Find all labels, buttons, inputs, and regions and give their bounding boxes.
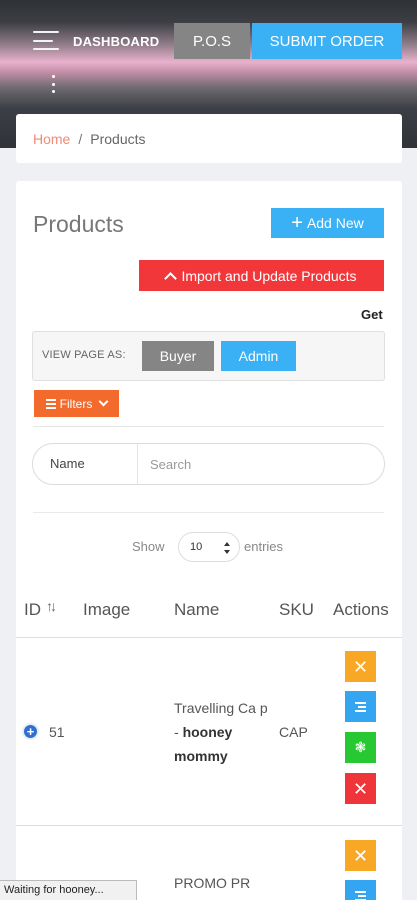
import-update-label: Import and Update Products (181, 267, 357, 284)
divider (33, 426, 384, 427)
leaf-icon: ❃ (354, 739, 367, 755)
filters-button[interactable]: Filters (34, 390, 119, 417)
row-divider (16, 825, 402, 826)
chevron-down-icon (98, 396, 109, 407)
breadcrumb-current: Products (90, 130, 146, 147)
expand-row-icon[interactable]: + (22, 723, 39, 740)
details-action-button[interactable] (345, 691, 376, 722)
filters-label: Filters (59, 396, 93, 411)
pos-button[interactable]: P.O.S (174, 23, 250, 59)
cross-icon: ✕ (352, 845, 369, 866)
import-update-products-button[interactable]: Import and Update Products (139, 260, 384, 291)
row-id: 51 (49, 724, 65, 740)
entries-label: entries (244, 539, 284, 554)
page-title: Products (33, 211, 124, 237)
add-new-label: Add New (306, 215, 364, 231)
row-product-name: PROMO PR (174, 871, 269, 895)
row-sku: CAP (279, 724, 308, 740)
chevron-up-icon (164, 271, 178, 285)
more-options-icon[interactable] (50, 75, 56, 93)
search-divider (137, 444, 138, 484)
list-icon (355, 701, 366, 712)
list-icon (355, 890, 366, 900)
divider (33, 512, 384, 513)
edit-action-button[interactable]: ✕ (345, 651, 376, 682)
table-header-divider (16, 637, 402, 638)
view-as-admin-button[interactable]: Admin (221, 341, 296, 371)
column-header-id[interactable]: ID (24, 600, 41, 620)
column-header-sku[interactable]: SKU (279, 600, 314, 620)
breadcrumb: Home / Products (16, 114, 402, 163)
view-as-buyer-button[interactable]: Buyer (142, 341, 214, 371)
page-size-select[interactable]: 10 (178, 532, 240, 562)
select-arrows-icon (224, 542, 230, 554)
row-product-name: Travelling Ca p - hooney mommy (174, 696, 269, 768)
cross-icon: ✕ (352, 656, 369, 677)
get-text: Get (361, 307, 383, 322)
breadcrumb-separator: / (78, 130, 83, 147)
submit-order-button[interactable]: SUBMIT ORDER (252, 23, 402, 59)
close-icon: ✕ (352, 778, 369, 799)
dashboard-link[interactable]: DASHBOARD (73, 34, 159, 49)
filter-lines-icon (45, 398, 56, 409)
plus-icon: + (291, 212, 303, 234)
search-input[interactable] (150, 452, 370, 476)
row-name-text: PROMO PR (174, 875, 251, 891)
column-header-name[interactable]: Name (174, 600, 219, 620)
show-label: Show (132, 539, 165, 554)
edit-action-button[interactable]: ✕ (345, 840, 376, 871)
sort-icon[interactable]: ↑↓ (46, 598, 57, 614)
delete-action-button[interactable]: ✕ (345, 773, 376, 804)
details-action-button[interactable] (345, 880, 376, 900)
row-name-bold: hooney mommy (174, 724, 233, 764)
column-header-image: Image (83, 600, 131, 619)
column-header-actions: Actions (333, 600, 389, 619)
search-field-label[interactable]: Name (50, 456, 85, 471)
publish-action-button[interactable]: ❃ (345, 732, 376, 763)
view-as-label: VIEW PAGE AS: (42, 349, 126, 361)
menu-icon[interactable] (33, 31, 59, 50)
browser-status-bar: Waiting for hooney... (0, 880, 137, 900)
breadcrumb-home-link[interactable]: Home (33, 131, 70, 147)
add-new-button[interactable]: + Add New (271, 208, 384, 238)
page-size-value: 10 (190, 541, 203, 553)
